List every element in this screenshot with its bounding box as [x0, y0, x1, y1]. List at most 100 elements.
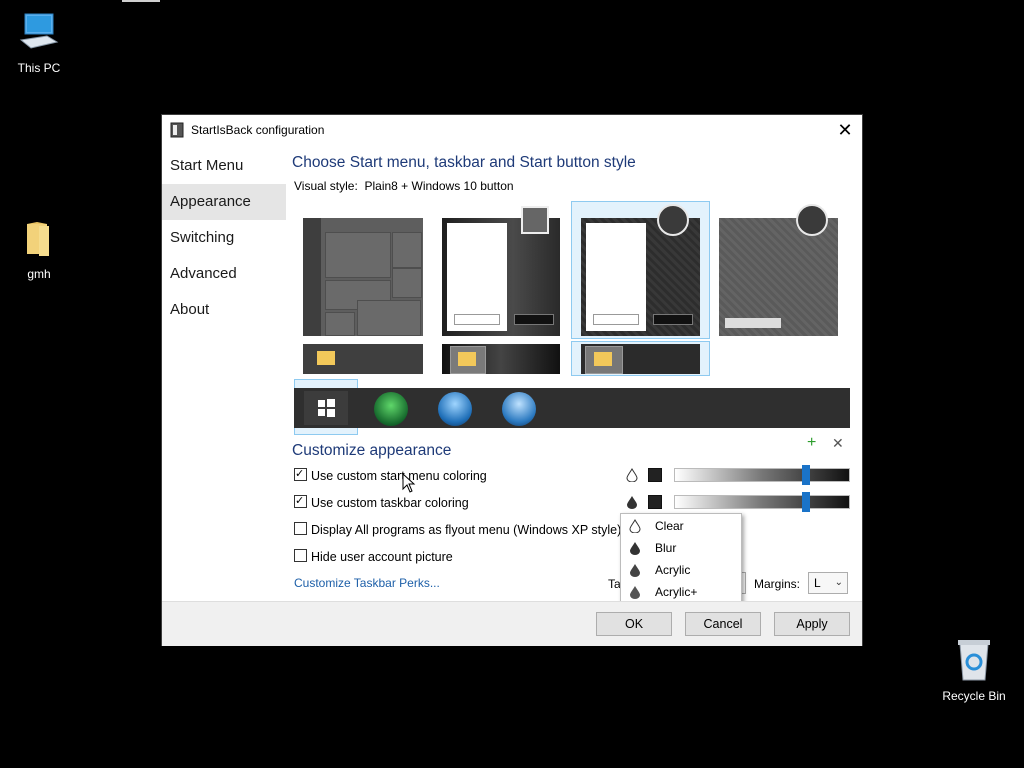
thumb-search-box — [454, 314, 500, 325]
thumb-search-box — [725, 318, 781, 328]
slider-thumb[interactable] — [801, 492, 810, 512]
style-thumb-plain10[interactable] — [719, 218, 838, 336]
start-button-windows10[interactable] — [304, 391, 348, 425]
user-avatar-icon — [657, 204, 689, 236]
add-icon[interactable]: + — [807, 435, 816, 451]
customize-heading: Customize appearance — [292, 442, 452, 459]
thumb-tile — [325, 232, 391, 278]
thumb-tile — [392, 232, 422, 268]
start-button-clover-orb[interactable] — [374, 392, 408, 426]
taskbar-color-swatch[interactable] — [648, 495, 662, 509]
checkbox-label: Hide user account picture — [311, 550, 453, 564]
menu-item-label: Blur — [655, 541, 677, 555]
menu-item-clear[interactable]: Clear — [621, 515, 741, 537]
transparency-mode-menu: Clear Blur Acrylic Acrylic+ — [620, 513, 742, 609]
menu-item-label: Acrylic+ — [655, 585, 698, 599]
dialog-titlebar[interactable]: StartIsBack configuration ✕ — [162, 115, 862, 145]
sidebar-item-advanced[interactable]: Advanced — [162, 256, 286, 292]
checkbox-hide-user-picture[interactable]: Hide user account picture — [294, 549, 453, 565]
thumb-tile — [392, 268, 422, 298]
sidebar-item-switching[interactable]: Switching — [162, 220, 286, 256]
chevron-down-icon: ⌄ — [834, 577, 843, 588]
computer-icon — [19, 13, 59, 49]
menu-item-acrylic[interactable]: Acrylic — [621, 559, 741, 581]
drop-filled-icon[interactable] — [626, 495, 638, 509]
start-button-vista-orb[interactable] — [502, 392, 536, 426]
user-avatar-icon — [796, 204, 828, 236]
thumb-tile — [357, 300, 421, 336]
desktop-icon-gmh-folder[interactable]: gmh — [3, 220, 75, 281]
partial-label: Ta — [608, 577, 621, 591]
desktop-icon-label: gmh — [27, 267, 51, 281]
dialog-footer: OK Cancel Apply — [162, 601, 862, 646]
visual-style-label: Visual style: — [294, 179, 358, 193]
app-icon — [170, 122, 184, 138]
thumb-power-box — [653, 314, 693, 325]
checkbox-flyout-all-programs[interactable]: Display All programs as flyout menu (Win… — [294, 522, 621, 538]
close-button[interactable]: ✕ — [834, 119, 856, 141]
drop-dotted-icon — [630, 564, 640, 577]
desktop-icon-this-pc[interactable]: This PC — [3, 10, 75, 75]
style-heading: Choose Start menu, taskbar and Start but… — [292, 154, 636, 171]
checkbox-box[interactable] — [294, 522, 307, 535]
folder-icon — [317, 351, 335, 365]
checkbox-label: Use custom start menu coloring — [311, 469, 487, 483]
remove-icon[interactable]: ✕ — [832, 435, 844, 451]
thumb-power-box — [514, 314, 554, 325]
checkbox-label: Display All programs as flyout menu (Win… — [311, 523, 622, 537]
taskbar-thumb-3[interactable] — [581, 344, 700, 374]
customize-taskbar-perks-link[interactable]: Customize Taskbar Perks... — [294, 576, 440, 590]
menu-item-label: Clear — [655, 519, 684, 533]
checkbox-box[interactable] — [294, 466, 307, 482]
cancel-button[interactable]: Cancel — [685, 612, 761, 636]
menu-item-label: Acrylic — [655, 563, 691, 577]
start-menu-color-swatch[interactable] — [648, 468, 662, 482]
taskbar-transparency-slider[interactable] — [674, 492, 850, 512]
drop-outline-icon — [629, 519, 641, 533]
margins-value: L — [814, 576, 821, 590]
startisback-config-dialog: StartIsBack configuration ✕ Start Menu A… — [162, 115, 862, 646]
sidebar-item-appearance[interactable]: Appearance — [162, 184, 286, 220]
taskbar-thumb-1[interactable] — [303, 344, 423, 374]
taskbar-thumb-2[interactable] — [442, 344, 560, 374]
folder-icon — [594, 352, 612, 366]
checkbox-custom-start-menu-coloring[interactable]: Use custom start menu coloring — [294, 466, 487, 484]
start-button-windows7-orb[interactable] — [438, 392, 472, 426]
checkbox-box[interactable] — [294, 549, 307, 562]
sidebar-nav: Start Menu Appearance Switching Advanced… — [162, 145, 286, 601]
margins-select[interactable]: L ⌄ — [808, 572, 848, 594]
drop-outline-icon[interactable] — [626, 468, 638, 482]
user-avatar-icon — [521, 206, 549, 234]
ok-button[interactable]: OK — [596, 612, 672, 636]
menu-item-acrylic-plus[interactable]: Acrylic+ — [621, 581, 741, 603]
mouse-cursor-icon — [402, 473, 416, 493]
visual-style-line: Visual style: Plain8 + Windows 10 button — [294, 179, 514, 193]
visual-style-value: Plain8 + Windows 10 button — [364, 179, 514, 193]
desktop-top-edge-mark — [122, 0, 160, 2]
thumb-side-rail — [303, 218, 321, 336]
style-thumb-plain8[interactable] — [581, 218, 700, 336]
menu-item-blur[interactable]: Blur — [621, 537, 741, 559]
drop-dotted-icon — [630, 586, 640, 599]
desktop-icon-recycle-bin[interactable]: Recycle Bin — [938, 638, 1010, 703]
start-menu-transparency-slider[interactable] — [674, 465, 850, 485]
sidebar-item-start-menu[interactable]: Start Menu — [162, 148, 286, 184]
checkbox-box[interactable] — [294, 493, 307, 509]
style-thumb-windows10[interactable] — [303, 218, 423, 336]
drop-filled-icon — [630, 542, 640, 555]
dialog-title: StartIsBack configuration — [191, 123, 325, 137]
style-thumb-plain8-classic[interactable] — [442, 218, 560, 336]
sidebar-item-about[interactable]: About — [162, 292, 286, 328]
checkbox-custom-taskbar-coloring[interactable]: Use custom taskbar coloring — [294, 493, 469, 511]
start-button-strip — [294, 388, 850, 428]
thumb-tile — [325, 312, 355, 336]
recycle-bin-icon — [958, 640, 990, 681]
margins-label: Margins: — [754, 577, 801, 591]
thumb-search-box — [593, 314, 639, 325]
apply-button[interactable]: Apply — [774, 612, 850, 636]
folder-icon — [27, 222, 49, 256]
desktop-icon-label: Recycle Bin — [942, 689, 1006, 703]
desktop-icon-label: This PC — [17, 61, 61, 75]
folder-icon — [458, 352, 476, 366]
slider-thumb[interactable] — [801, 465, 810, 485]
